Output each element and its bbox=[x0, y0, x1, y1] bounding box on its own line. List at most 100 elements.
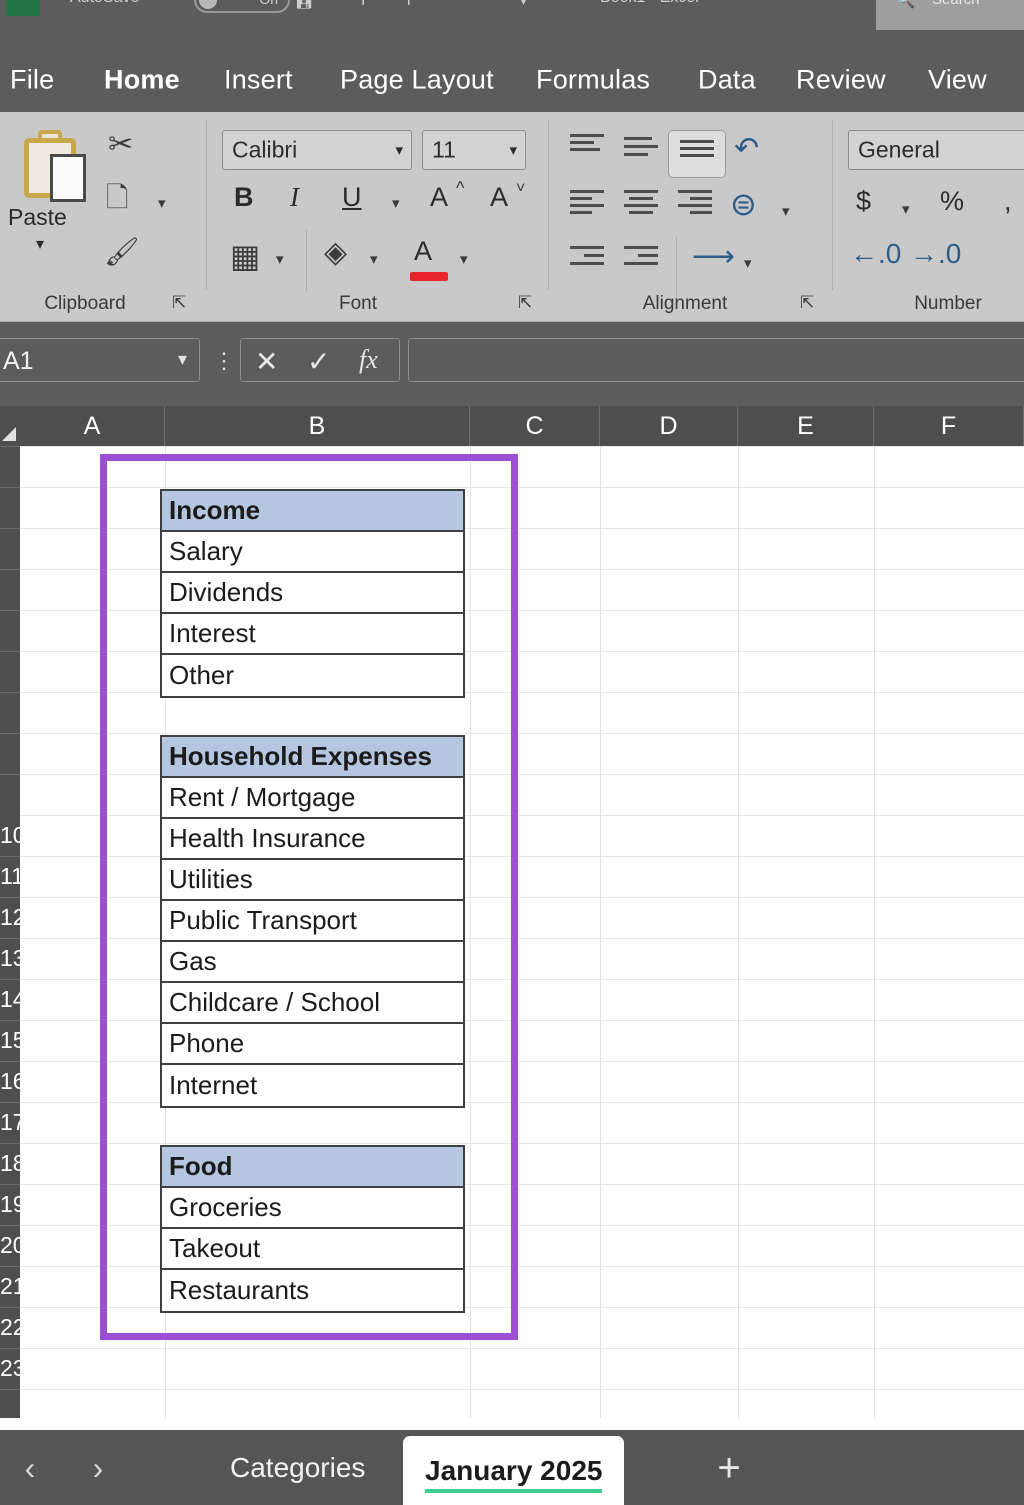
category-item[interactable]: Interest bbox=[162, 614, 463, 655]
row-header-2[interactable] bbox=[0, 487, 20, 488]
merge-and-center-icon[interactable]: ⊜ bbox=[730, 188, 757, 220]
ribbon-tab-insert[interactable]: Insert bbox=[224, 65, 293, 96]
font-dialog-launcher-icon[interactable]: ⇱ bbox=[518, 293, 538, 313]
column-header-d[interactable]: D bbox=[600, 406, 738, 446]
paste-chevron-down-icon[interactable]: ▾ bbox=[36, 234, 44, 254]
decrease-font-size-button[interactable]: A bbox=[490, 184, 508, 211]
category-item[interactable]: Health Insurance bbox=[162, 819, 463, 860]
category-item[interactable]: Phone bbox=[162, 1024, 463, 1065]
category-item[interactable]: Other bbox=[162, 655, 463, 696]
ribbon-tab-view[interactable]: View bbox=[928, 65, 987, 96]
row-header-23[interactable]: 23 bbox=[0, 1348, 20, 1390]
align-top-icon[interactable] bbox=[570, 134, 604, 160]
row-header-6[interactable] bbox=[0, 651, 20, 652]
align-center-icon[interactable] bbox=[624, 190, 658, 216]
autosave-toggle[interactable]: On bbox=[194, 0, 290, 13]
chevron-down-icon[interactable]: ▾ bbox=[520, 0, 527, 9]
align-middle-icon[interactable] bbox=[624, 134, 658, 160]
row-header-13[interactable]: 13 bbox=[0, 938, 20, 980]
column-header-b[interactable]: B bbox=[165, 406, 470, 446]
column-header-c[interactable]: C bbox=[470, 406, 600, 446]
fx-icon[interactable]: fx bbox=[359, 345, 378, 375]
row-header-21[interactable]: 21 bbox=[0, 1266, 20, 1308]
column-header-f[interactable]: F bbox=[874, 406, 1024, 446]
percent-button[interactable]: % bbox=[940, 188, 964, 215]
copy-icon[interactable]: 🗋 bbox=[106, 184, 129, 212]
category-item[interactable]: Salary bbox=[162, 532, 463, 573]
save-icon[interactable]: 🖪 bbox=[296, 0, 312, 20]
row-header-12[interactable]: 12 bbox=[0, 897, 20, 939]
add-sheet-button[interactable]: + bbox=[706, 1446, 752, 1492]
chevron-left-icon[interactable]: ‹ bbox=[10, 1450, 50, 1487]
category-header-food[interactable]: Food bbox=[162, 1147, 463, 1188]
ribbon-tab-home[interactable]: Home bbox=[104, 65, 180, 118]
sheet-tab-categories[interactable]: Categories bbox=[208, 1430, 387, 1505]
ribbon-tab-data[interactable]: Data bbox=[698, 65, 756, 96]
borders-icon[interactable]: ▦ bbox=[230, 240, 260, 272]
row-header-16[interactable]: 16 bbox=[0, 1061, 20, 1103]
comma-style-button[interactable]: , bbox=[1004, 188, 1012, 215]
row-header-17[interactable]: 17 bbox=[0, 1102, 20, 1144]
decrease-decimal-icon[interactable]: ←.0 bbox=[850, 240, 901, 268]
name-box[interactable]: A1 ▾ bbox=[0, 338, 200, 382]
row-header-20[interactable]: 20 bbox=[0, 1225, 20, 1267]
borders-chevron-down-icon[interactable]: ▾ bbox=[276, 250, 284, 268]
row-header-19[interactable]: 19 bbox=[0, 1184, 20, 1226]
category-item[interactable]: Groceries bbox=[162, 1188, 463, 1229]
underline-button[interactable]: U bbox=[342, 184, 362, 211]
row-header-22[interactable]: 22 bbox=[0, 1307, 20, 1349]
row-header-10[interactable]: 10 bbox=[0, 815, 20, 857]
column-header-e[interactable]: E bbox=[738, 406, 874, 446]
category-item[interactable]: Takeout bbox=[162, 1229, 463, 1270]
scissors-icon[interactable]: ✂ bbox=[108, 130, 133, 160]
undo-icon[interactable]: ↰ bbox=[352, 0, 368, 11]
chevron-right-icon[interactable]: › bbox=[78, 1450, 118, 1487]
row-header-4[interactable] bbox=[0, 569, 20, 570]
row-header-7[interactable] bbox=[0, 692, 20, 693]
category-item[interactable]: Childcare / School bbox=[162, 983, 463, 1024]
category-item[interactable]: Restaurants bbox=[162, 1270, 463, 1311]
row-header-9[interactable] bbox=[0, 774, 20, 775]
formula-input[interactable] bbox=[408, 338, 1024, 382]
category-item[interactable]: Public Transport bbox=[162, 901, 463, 942]
row-header-3[interactable] bbox=[0, 528, 20, 529]
alignment-dialog-launcher-icon[interactable]: ⇱ bbox=[800, 293, 820, 313]
row-header-8[interactable] bbox=[0, 733, 20, 734]
font-name-combo[interactable]: Calibri ▾ bbox=[222, 130, 412, 170]
merge-chevron-down-icon[interactable]: ▾ bbox=[782, 202, 790, 220]
category-item[interactable]: Rent / Mortgage bbox=[162, 778, 463, 819]
decrease-indent-icon[interactable] bbox=[570, 246, 604, 272]
row-header-14[interactable]: 14 bbox=[0, 979, 20, 1021]
row-header-5[interactable] bbox=[0, 610, 20, 611]
ribbon-tab-page-layout[interactable]: Page Layout bbox=[340, 65, 494, 96]
align-right-icon[interactable] bbox=[678, 190, 712, 216]
category-item[interactable]: Dividends bbox=[162, 573, 463, 614]
row-header-1[interactable] bbox=[0, 446, 20, 447]
column-header-a[interactable]: A bbox=[20, 406, 165, 446]
ribbon-tab-file[interactable]: File bbox=[10, 65, 54, 96]
category-header-income[interactable]: Income bbox=[162, 491, 463, 532]
cancel-icon[interactable]: ✕ bbox=[255, 345, 278, 378]
underline-chevron-down-icon[interactable]: ▾ bbox=[392, 194, 400, 212]
category-item[interactable]: Internet bbox=[162, 1065, 463, 1106]
font-color-button[interactable]: A bbox=[414, 238, 432, 265]
currency-button[interactable]: $ bbox=[856, 188, 871, 215]
formula-bar-options-icon[interactable]: ⋮ bbox=[213, 348, 235, 374]
ribbon-tab-review[interactable]: Review bbox=[796, 65, 886, 96]
category-item[interactable]: Utilities bbox=[162, 860, 463, 901]
clipboard-dialog-launcher-icon[interactable]: ⇱ bbox=[172, 293, 192, 313]
search-box[interactable]: 🔍 Search bbox=[876, 0, 1024, 30]
sheet-tab-january-2025[interactable]: January 2025 bbox=[403, 1436, 625, 1505]
format-painter-icon[interactable]: 🖌 bbox=[104, 238, 140, 266]
redo-icon[interactable]: ↱ bbox=[404, 0, 420, 11]
copy-chevron-down-icon[interactable]: ▾ bbox=[158, 194, 166, 212]
select-all-button[interactable] bbox=[0, 406, 20, 446]
italic-button[interactable]: I bbox=[290, 184, 299, 211]
paste-button[interactable] bbox=[20, 128, 90, 204]
font-size-combo[interactable]: 11 ▾ bbox=[422, 130, 526, 170]
currency-chevron-down-icon[interactable]: ▾ bbox=[902, 200, 910, 218]
row-header-15[interactable]: 15 bbox=[0, 1020, 20, 1062]
wrap-text-icon[interactable]: ↶ bbox=[734, 134, 759, 164]
fill-color-chevron-down-icon[interactable]: ▾ bbox=[370, 250, 378, 268]
enter-icon[interactable]: ✓ bbox=[307, 345, 330, 378]
